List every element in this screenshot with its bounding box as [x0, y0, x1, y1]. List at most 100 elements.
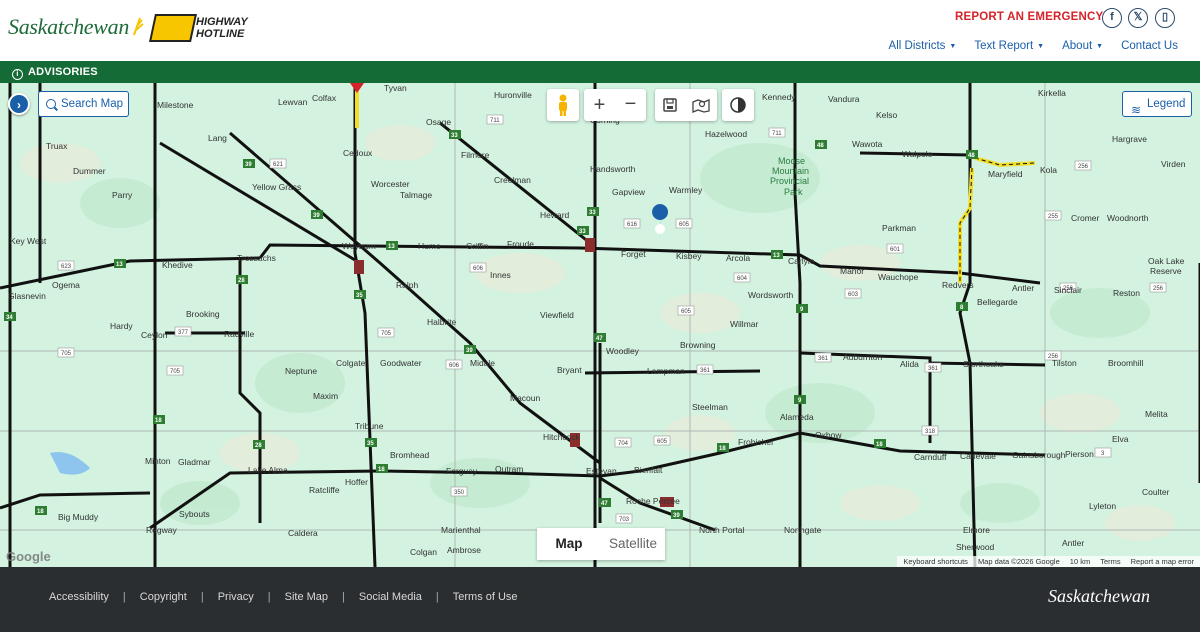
- site-footer: Accessibility | Copyright | Privacy | Site …: [0, 567, 1200, 632]
- caret-down-icon: ▼: [1037, 43, 1045, 50]
- footer-link-copyright[interactable]: Copyright: [140, 591, 187, 603]
- svg-text:28: 28: [238, 278, 245, 284]
- contrast-button[interactable]: [722, 89, 754, 121]
- place-label: Creelman: [494, 175, 531, 185]
- svg-text:39: 39: [466, 348, 473, 354]
- nav-all-districts[interactable]: All Districts ▼: [889, 40, 957, 52]
- place-label: Caldera: [288, 528, 318, 538]
- map-tools: [655, 89, 717, 121]
- saskatchewan-logo[interactable]: Saskatchewan: [8, 14, 145, 40]
- toggle-panel-button[interactable]: ›: [8, 93, 30, 115]
- map-roads-layer[interactable]: 333339 391333 131328 353947 91828 351847…: [0, 83, 1200, 567]
- place-label: Brooking: [186, 309, 220, 319]
- legend-button[interactable]: ≋ Legend: [1122, 91, 1192, 117]
- place-label: Steelman: [692, 402, 728, 412]
- svg-text:256: 256: [1153, 286, 1164, 292]
- svg-text:606: 606: [473, 266, 484, 272]
- place-label: Kola: [1040, 165, 1057, 175]
- place-label: Woodnorth: [1107, 213, 1149, 223]
- place-label: Hazelwood: [705, 129, 747, 139]
- place-label: Innes: [490, 270, 511, 280]
- search-map-button[interactable]: Search Map: [38, 91, 129, 117]
- place-label: Midale: [470, 358, 495, 368]
- svg-text:39: 39: [673, 513, 680, 519]
- warning-marker-icon[interactable]: [350, 83, 364, 93]
- place-label: Ambrose: [447, 545, 481, 555]
- svg-text:605: 605: [657, 439, 668, 445]
- place-label: Parry: [112, 190, 133, 200]
- advisories-bar[interactable]: i ADVISORIES: [0, 61, 1200, 83]
- place-label: Lyleton: [1089, 501, 1116, 511]
- map-canvas[interactable]: 33 33 39 39 13 33 13 13 28 35 39 47 9 18 28 35 18 47…: [0, 83, 1200, 567]
- footer-link-accessibility[interactable]: Accessibility: [49, 591, 109, 603]
- svg-text:18: 18: [719, 446, 726, 452]
- svg-text:28: 28: [255, 443, 262, 449]
- footer-link-terms[interactable]: Terms of Use: [453, 591, 518, 603]
- footer-link-site-map[interactable]: Site Map: [285, 591, 328, 603]
- place-label: Ogema: [52, 280, 80, 290]
- place-label: Filmore: [461, 150, 490, 160]
- event-marker-icon[interactable]: [652, 204, 669, 243]
- advisories-label: ADVISORIES: [28, 66, 98, 78]
- save-view-icon[interactable]: [662, 97, 678, 113]
- place-label: Arcola: [726, 253, 750, 263]
- place-label: Radville: [224, 329, 255, 339]
- place-label: Yellow Grass: [252, 182, 301, 192]
- place-label: Alida: [900, 359, 919, 369]
- place-label: Roche Percee: [626, 496, 680, 506]
- svg-text:711: 711: [772, 131, 782, 137]
- place-label: Virden: [1161, 159, 1186, 169]
- facebook-icon[interactable]: f: [1102, 8, 1122, 28]
- place-label: Hitchcock: [543, 432, 581, 442]
- place-label: Reston: [1113, 288, 1140, 298]
- svg-text:616: 616: [627, 222, 638, 228]
- svg-text:33: 33: [589, 210, 596, 216]
- map-type-map-button[interactable]: Map: [537, 528, 601, 560]
- nav-contact-us[interactable]: Contact Us: [1121, 40, 1178, 52]
- map-location-icon[interactable]: [692, 97, 710, 113]
- place-label: Antler: [1062, 538, 1084, 548]
- street-view-button[interactable]: [547, 89, 579, 121]
- zoom-controls: + −: [584, 89, 646, 121]
- map-type-satellite-button[interactable]: Satellite: [601, 528, 665, 560]
- footer-link-social-media[interactable]: Social Media: [359, 591, 422, 603]
- svg-text:604: 604: [737, 276, 748, 282]
- place-label: Gapview: [612, 187, 646, 197]
- zoom-out-button[interactable]: −: [615, 89, 646, 121]
- terms-link[interactable]: Terms: [1100, 557, 1120, 567]
- place-label: Forguay: [446, 466, 478, 476]
- svg-text:601: 601: [890, 247, 901, 253]
- place-label: Lampman: [647, 366, 685, 376]
- svg-text:13: 13: [773, 253, 780, 259]
- highway-hotline-logo[interactable]: HIGHWAY HOTLINE: [149, 14, 248, 44]
- site-header: Saskatchewan HIGHWAY HOTLINE REPORT AN EM…: [0, 0, 1200, 60]
- place-label: Trossachs: [237, 253, 276, 263]
- place-label: Gladmar: [178, 457, 211, 467]
- footer-saskatchewan-logo[interactable]: Saskatchewan: [1048, 586, 1150, 607]
- svg-text:256: 256: [1078, 164, 1089, 170]
- minus-icon: −: [624, 93, 637, 115]
- report-emergency-link[interactable]: REPORT AN EMERGENCY: [955, 11, 1103, 23]
- place-label: North Portal: [699, 525, 744, 535]
- place-label: Lake Alma: [248, 465, 288, 475]
- svg-text:18: 18: [378, 467, 385, 473]
- report-map-error-link[interactable]: Report a map error: [1131, 557, 1194, 567]
- zoom-in-button[interactable]: +: [584, 89, 615, 121]
- place-label: Outram: [495, 464, 523, 474]
- mobile-icon[interactable]: ▯: [1155, 8, 1175, 28]
- svg-text:39: 39: [313, 213, 320, 219]
- pegman-icon: [559, 94, 567, 116]
- svg-text:18: 18: [876, 442, 883, 448]
- nav-text-report[interactable]: Text Report ▼: [974, 40, 1044, 52]
- footer-link-privacy[interactable]: Privacy: [218, 591, 254, 603]
- keyboard-shortcuts-link[interactable]: Keyboard shortcuts: [903, 557, 968, 567]
- place-label: Khedive: [162, 260, 193, 270]
- hotline-word-2: HOTLINE: [196, 28, 245, 40]
- nav-about[interactable]: About ▼: [1062, 40, 1103, 52]
- scale-label[interactable]: 10 km: [1070, 557, 1090, 567]
- google-logo: Google: [6, 549, 51, 564]
- place-label: Bienfait: [634, 465, 663, 475]
- svg-text:13: 13: [116, 262, 123, 268]
- place-label: Talmage: [400, 190, 432, 200]
- x-icon[interactable]: 𝕏: [1128, 8, 1148, 28]
